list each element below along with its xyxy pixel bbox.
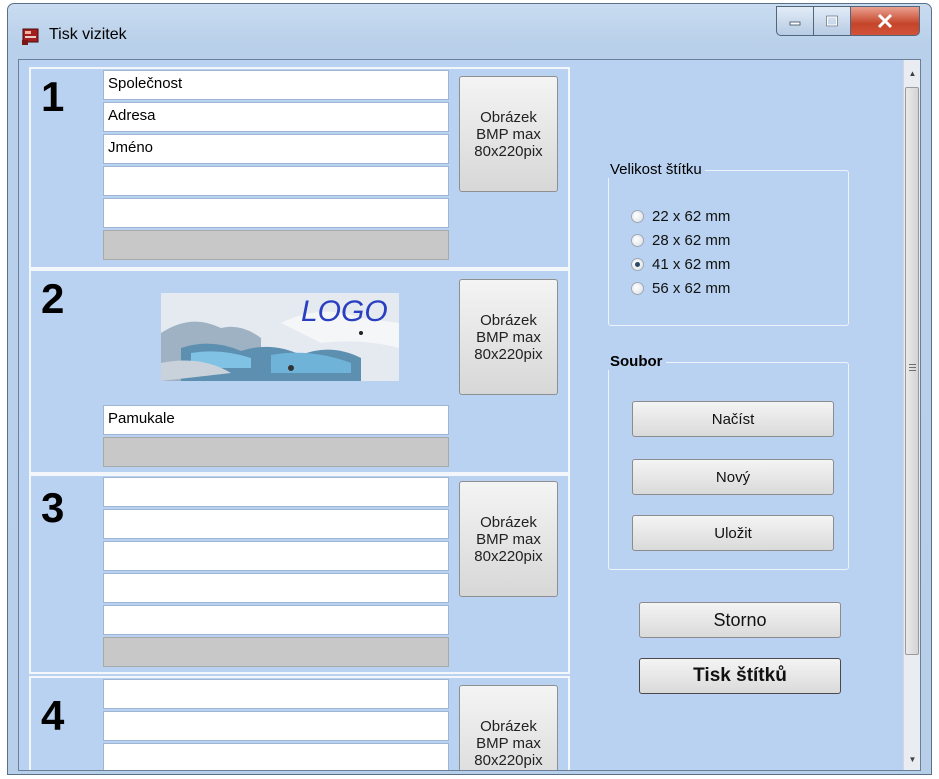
title-bar[interactable]: Tisk vizitek xyxy=(8,4,931,58)
address-field[interactable]: Adresa xyxy=(103,102,449,132)
radio-selected-icon xyxy=(631,257,644,271)
label-size-legend: Velikost štítku xyxy=(607,161,705,178)
maximize-icon xyxy=(826,15,838,27)
close-button[interactable] xyxy=(850,6,920,36)
text-field[interactable] xyxy=(103,509,449,539)
load-button[interactable]: Načíst xyxy=(632,401,834,437)
logo-image: LOGO xyxy=(161,293,399,381)
logo-text: LOGO xyxy=(301,295,388,328)
text-field[interactable] xyxy=(103,477,449,507)
file-legend: Soubor xyxy=(607,353,666,370)
cancel-button[interactable]: Storno xyxy=(639,602,841,638)
print-labels-button[interactable]: Tisk štítků xyxy=(639,658,841,694)
radio-41x62[interactable]: 41 x 62 mm xyxy=(631,253,730,275)
image-button-4[interactable]: Obrázek BMP max 80x220pix xyxy=(459,685,558,770)
close-icon xyxy=(877,13,893,29)
radio-icon xyxy=(631,233,644,247)
text-field[interactable] xyxy=(103,198,449,228)
image-button-1[interactable]: Obrázek BMP max 80x220pix xyxy=(459,76,558,192)
new-button[interactable]: Nový xyxy=(632,459,834,495)
file-group: Soubor Načíst Nový Uložit xyxy=(607,353,849,570)
radio-28x62[interactable]: 28 x 62 mm xyxy=(631,229,730,251)
text-field[interactable] xyxy=(103,573,449,603)
card-1: 1 Společnost Adresa Jméno Obrázek BMP max… xyxy=(29,67,570,269)
radio-icon xyxy=(631,281,644,295)
scroll-down-icon[interactable]: ▼ xyxy=(904,750,920,768)
company-field[interactable]: Společnost xyxy=(103,70,449,100)
text-field[interactable] xyxy=(103,541,449,571)
maximize-button[interactable] xyxy=(813,6,851,36)
card-number: 2 xyxy=(41,275,65,322)
radio-22x62[interactable]: 22 x 62 mm xyxy=(631,205,730,227)
minimize-icon xyxy=(789,21,801,26)
text-field[interactable] xyxy=(103,743,449,770)
radio-56x62[interactable]: 56 x 62 mm xyxy=(631,277,730,299)
disabled-field xyxy=(103,637,449,667)
scroll-thumb[interactable] xyxy=(905,87,919,655)
text-field[interactable] xyxy=(103,711,449,741)
text-field[interactable]: Pamukale xyxy=(103,405,449,435)
label-size-group: Velikost štítku 22 x 62 mm 28 x 62 mm 41… xyxy=(607,161,849,326)
card-number: 3 xyxy=(41,484,65,531)
app-window: Tisk vizitek 1 Společnost Adresa Jméno O… xyxy=(7,3,932,775)
window-title: Tisk vizitek xyxy=(49,26,127,43)
client-area: 1 Společnost Adresa Jméno Obrázek BMP max… xyxy=(18,59,921,771)
vertical-scrollbar[interactable]: ▲ ▼ xyxy=(903,60,920,770)
card-number: 1 xyxy=(41,73,65,120)
image-button-2[interactable]: Obrázek BMP max 80x220pix xyxy=(459,279,558,395)
radio-icon xyxy=(631,209,644,223)
image-button-3[interactable]: Obrázek BMP max 80x220pix xyxy=(459,481,558,597)
minimize-button[interactable] xyxy=(776,6,814,36)
save-button[interactable]: Uložit xyxy=(632,515,834,551)
card-3: 3 Obrázek BMP max 80x220pix xyxy=(29,474,570,674)
disabled-field xyxy=(103,230,449,260)
name-field[interactable]: Jméno xyxy=(103,134,449,164)
disabled-field xyxy=(103,437,449,467)
cards-app-icon xyxy=(21,26,41,46)
card-number: 4 xyxy=(41,692,65,739)
text-field[interactable] xyxy=(103,679,449,709)
text-field[interactable] xyxy=(103,166,449,196)
card-4: 4 Obrázek BMP max 80x220pix xyxy=(29,676,570,770)
scroll-up-icon[interactable]: ▲ xyxy=(904,64,920,82)
text-field[interactable] xyxy=(103,605,449,635)
card-2: 2 LOGO Pamukale Obrázek BMP max 80x220pi… xyxy=(29,269,570,474)
